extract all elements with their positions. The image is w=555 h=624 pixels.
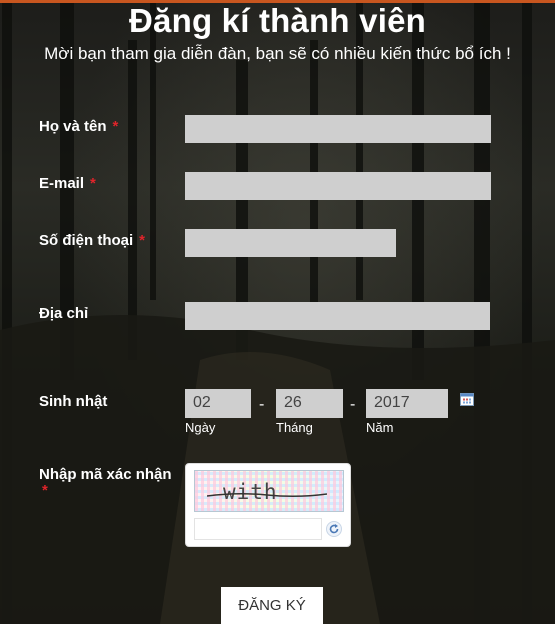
month-input[interactable]: 26: [276, 389, 343, 418]
captcha-required: *: [42, 482, 48, 499]
phone-label: Số điện thoại *: [39, 232, 145, 249]
required-mark: *: [90, 175, 96, 192]
captcha-image: with: [194, 470, 344, 512]
required-mark: *: [112, 118, 119, 135]
page-title: Đăng kí thành viên: [129, 2, 426, 39]
captcha-noise-line: [207, 492, 327, 498]
refresh-icon[interactable]: [326, 521, 342, 537]
phone-input[interactable]: [185, 229, 396, 257]
day-input[interactable]: 02: [185, 389, 251, 418]
required-mark: *: [139, 232, 146, 249]
fullname-label-text: Họ và tên: [39, 118, 107, 135]
year-input[interactable]: 2017: [366, 389, 448, 418]
email-input[interactable]: [185, 172, 491, 200]
email-label: E-mail *: [39, 175, 96, 192]
page-subtitle: Mời bạn tham gia diễn đàn, bạn sẽ có nhi…: [44, 44, 511, 63]
date-separator: -: [259, 396, 265, 413]
address-input[interactable]: [185, 302, 490, 330]
email-label-text: E-mail: [39, 175, 85, 192]
address-label: Địa chỉ: [39, 305, 89, 322]
captcha-widget: with: [185, 463, 351, 547]
month-caption: Tháng: [276, 420, 313, 435]
captcha-label-text: Nhập mã xác nhận: [39, 466, 172, 483]
required-mark: *: [42, 482, 48, 499]
year-caption: Năm: [366, 420, 394, 435]
date-separator: -: [350, 396, 356, 413]
captcha-label: Nhập mã xác nhận: [39, 466, 172, 483]
calendar-icon[interactable]: [460, 392, 474, 406]
fullname-label: Họ và tên *: [39, 118, 118, 135]
birthday-label: Sinh nhật: [39, 393, 108, 410]
submit-button[interactable]: ĐĂNG KÝ: [221, 587, 323, 624]
fullname-input[interactable]: [185, 115, 491, 143]
phone-label-text: Số điện thoại: [39, 232, 134, 249]
captcha-input[interactable]: [194, 518, 322, 540]
day-caption: Ngày: [185, 420, 216, 435]
